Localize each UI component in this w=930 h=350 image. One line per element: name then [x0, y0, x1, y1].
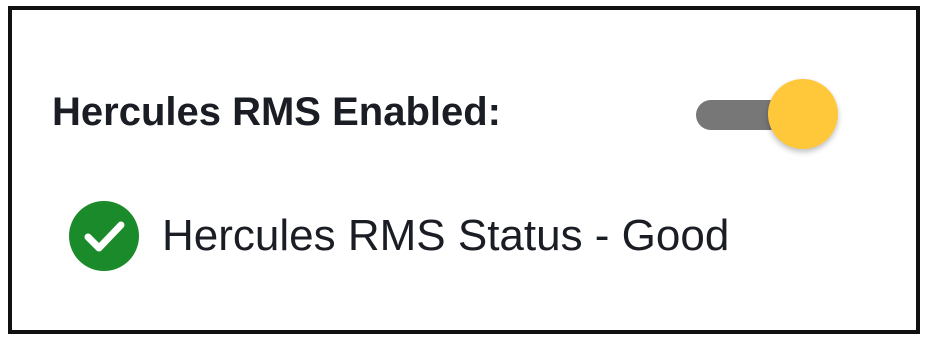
rms-enabled-toggle[interactable]: [692, 74, 842, 154]
rms-status-text: Hercules RMS Status - Good: [162, 211, 730, 260]
rms-status-row: Hercules RMS Status - Good: [68, 200, 729, 272]
check-circle-icon: [69, 201, 139, 271]
toggle-knob[interactable]: [768, 79, 838, 149]
rms-settings-panel: Hercules RMS Enabled: Hercules RMS Statu…: [8, 6, 920, 334]
rms-enabled-label: Hercules RMS Enabled:: [52, 90, 502, 134]
